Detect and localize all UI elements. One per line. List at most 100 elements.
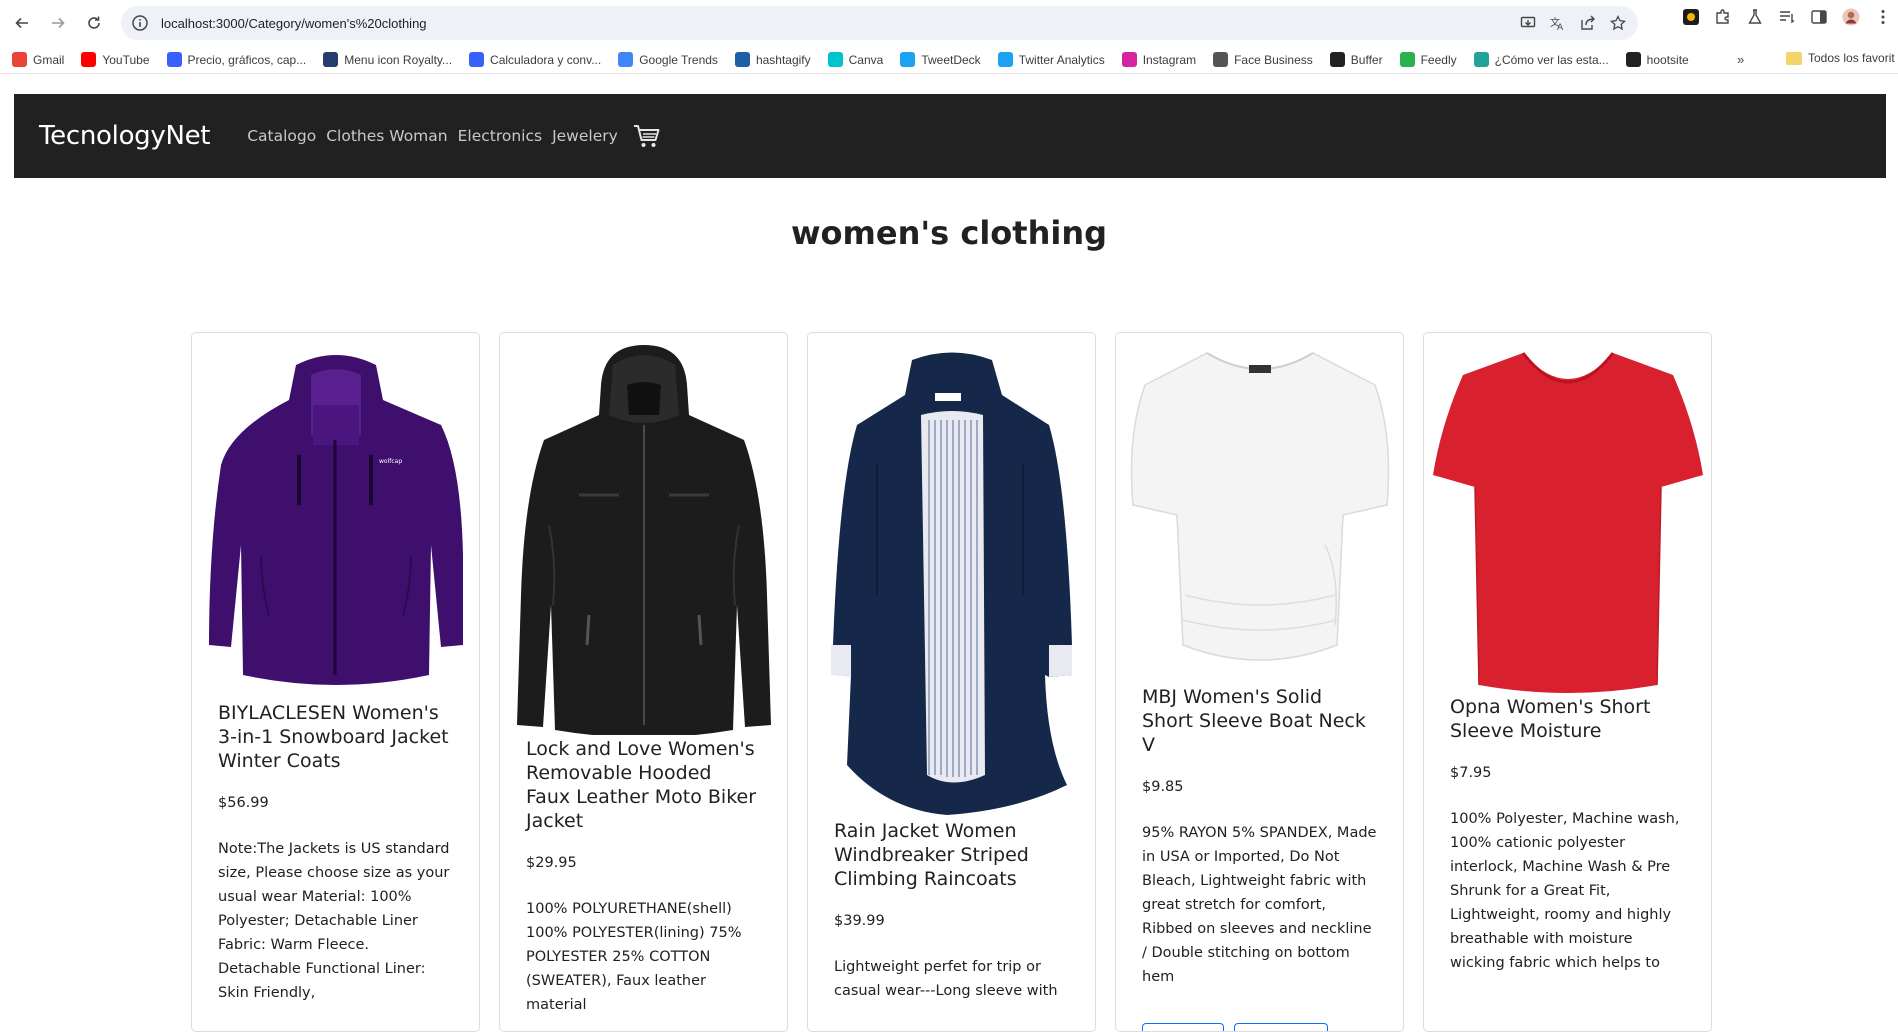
back-button[interactable]	[8, 9, 36, 37]
profile-avatar[interactable]	[1842, 8, 1860, 26]
bookmark-item[interactable]: Calculadora y conv...	[469, 52, 601, 67]
bookmark-label: Google Trends	[639, 52, 718, 67]
address-bar[interactable]: localhost:3000/Category/women's%20clothi…	[121, 6, 1638, 40]
product-title[interactable]: Rain Jacket Women Windbreaker Striped Cl…	[834, 819, 1069, 891]
hootsuite-help-icon	[1473, 52, 1489, 67]
product-image[interactable]	[1424, 333, 1711, 695]
twitter-icon	[997, 52, 1013, 67]
all-bookmarks-folder[interactable]: Todos los favorit	[1786, 51, 1895, 65]
product-image[interactable]	[500, 333, 787, 737]
bookmark-item[interactable]: hootsite	[1625, 52, 1689, 67]
svg-text:wolfcap: wolfcap	[379, 458, 402, 465]
nav-link-electronics[interactable]: Electronics	[458, 127, 542, 145]
bookmark-item[interactable]: Precio, gráficos, cap...	[166, 52, 307, 67]
translate-icon[interactable]: 文A	[1550, 15, 1566, 31]
site-info-icon[interactable]	[131, 14, 149, 32]
bookmark-star-icon[interactable]	[1610, 15, 1626, 31]
cart-icon[interactable]	[632, 121, 662, 151]
bookmark-item[interactable]: ¿Cómo ver las esta...	[1473, 52, 1609, 67]
purple-jacket-image: wolfcap	[208, 355, 463, 685]
bookmark-label: Calculadora y conv...	[490, 52, 602, 67]
brand-logo[interactable]: TecnologyNet	[39, 121, 211, 151]
extension-shield-icon[interactable]	[1682, 8, 1700, 26]
vectorstock-icon	[323, 52, 339, 67]
product-title[interactable]: MBJ Women's Solid Short Sleeve Boat Neck…	[1142, 685, 1377, 757]
bookmark-item[interactable]: Feedly	[1399, 52, 1457, 67]
nav-link-catalogo[interactable]: Catalogo	[247, 127, 316, 145]
buffer-icon	[1329, 52, 1345, 67]
bookmark-item[interactable]: Canva	[827, 52, 883, 67]
forward-button[interactable]	[44, 9, 72, 37]
product-price: $29.95	[526, 855, 577, 871]
product-image[interactable]	[808, 333, 1095, 819]
reload-icon	[88, 16, 100, 29]
product-title[interactable]: Lock and Love Women's Removable Hooded F…	[526, 737, 761, 833]
product-description: Lightweight perfet for trip or casual we…	[834, 959, 1058, 999]
side-panel-icon[interactable]	[1810, 8, 1828, 26]
product-title[interactable]: BIYLACLESEN Women's 3-in-1 Snowboard Jac…	[218, 701, 453, 773]
nav-link-clothes-woman[interactable]: Clothes Woman	[326, 127, 447, 145]
product-price: $7.95	[1450, 765, 1492, 781]
product-image[interactable]	[1116, 333, 1403, 685]
all-bookmarks-label: Todos los favorit	[1808, 51, 1895, 65]
reading-list-icon[interactable]	[1778, 8, 1796, 26]
product-image[interactable]: wolfcap	[192, 333, 479, 701]
bookmark-item[interactable]: Face Business	[1213, 52, 1313, 67]
bookmark-label: hootsite	[1646, 52, 1689, 67]
bookmark-label: ¿Cómo ver las esta...	[1494, 52, 1609, 67]
bookmark-item[interactable]: TweetDeck	[900, 52, 981, 67]
coinmarketcap-icon	[166, 52, 182, 67]
bookmark-item[interactable]: Twitter Analytics	[997, 52, 1105, 67]
bookmark-label: Feedly	[1420, 52, 1457, 67]
bookmark-label: hashtagify	[755, 52, 811, 67]
gmail-icon	[12, 52, 27, 67]
bookmark-label: Precio, gráficos, cap...	[187, 52, 307, 67]
calculator-icon	[469, 52, 485, 67]
add-to-cart-button[interactable]	[1142, 1023, 1224, 1031]
product-card[interactable]: Rain Jacket Women Windbreaker Striped Cl…	[807, 332, 1096, 1032]
reload-button[interactable]	[80, 9, 108, 37]
browser-toolbar: localhost:3000/Category/women's%20clothi…	[0, 0, 1898, 46]
canva-icon	[827, 52, 843, 67]
site-navbar: TecnologyNet Catalogo Clothes Woman Elec…	[14, 94, 1886, 178]
nav-link-jewelery[interactable]: Jewelery	[552, 127, 618, 145]
product-description: 100% POLYURETHANE(shell) 100% POLYESTER(…	[526, 901, 742, 1013]
navy-raincoat-image	[830, 352, 1072, 815]
product-title[interactable]: Opna Women's Short Sleeve Moisture	[1450, 695, 1685, 743]
product-description: 100% Polyester, Machine wash, 100% catio…	[1450, 811, 1680, 971]
arrow-left-icon	[15, 17, 28, 29]
product-price: $39.99	[834, 913, 885, 929]
youtube-icon	[81, 52, 97, 67]
bookmark-item[interactable]: YouTube	[81, 52, 150, 67]
nav-links: Catalogo Clothes Woman Electronics Jewel…	[247, 121, 662, 151]
bookmark-item[interactable]: Menu icon Royalty...	[323, 52, 452, 67]
extensions-puzzle-icon[interactable]	[1714, 8, 1732, 26]
product-description: 95% RAYON 5% SPANDEX, Made in USA or Imp…	[1142, 825, 1377, 985]
product-card[interactable]: wolfcap BIYLACLESEN Women's 3-in-1 Snowb…	[191, 332, 480, 1032]
product-card[interactable]: Lock and Love Women's Removable Hooded F…	[499, 332, 788, 1032]
bookmarks-bar: Gmail YouTube Precio, gráficos, cap... Menu…	[0, 46, 1898, 74]
share-icon[interactable]	[1580, 15, 1596, 31]
white-top-image	[1130, 352, 1389, 661]
labs-flask-icon[interactable]	[1746, 8, 1764, 26]
bookmark-item[interactable]: Buffer	[1329, 52, 1383, 67]
product-card[interactable]: Opna Women's Short Sleeve Moisture $7.95…	[1423, 332, 1712, 1032]
bookmark-item[interactable]: Instagram	[1121, 52, 1196, 67]
bookmark-item[interactable]: Google Trends	[618, 52, 718, 67]
browser-menu-icon[interactable]	[1874, 8, 1892, 26]
red-tshirt-image	[1432, 352, 1703, 693]
details-button[interactable]	[1234, 1023, 1328, 1031]
bookmarks-overflow-button[interactable]: »	[1737, 52, 1744, 67]
url-text[interactable]: localhost:3000/Category/women's%20clothi…	[161, 16, 427, 31]
category-title: women's clothing	[790, 214, 1107, 252]
product-description: Note:The Jackets is US standard size, Pl…	[218, 841, 450, 1001]
bookmark-item[interactable]: hashtagify	[734, 52, 811, 67]
facebook-business-icon	[1213, 52, 1229, 67]
bookmark-label: TweetDeck	[921, 52, 981, 67]
bookmark-label: Face Business	[1234, 52, 1313, 67]
install-app-icon[interactable]	[1520, 15, 1536, 31]
product-card[interactable]: MBJ Women's Solid Short Sleeve Boat Neck…	[1115, 332, 1404, 1032]
instagram-icon	[1121, 52, 1137, 67]
bookmark-item[interactable]: Gmail	[12, 52, 64, 67]
svg-text:A: A	[1557, 23, 1564, 31]
